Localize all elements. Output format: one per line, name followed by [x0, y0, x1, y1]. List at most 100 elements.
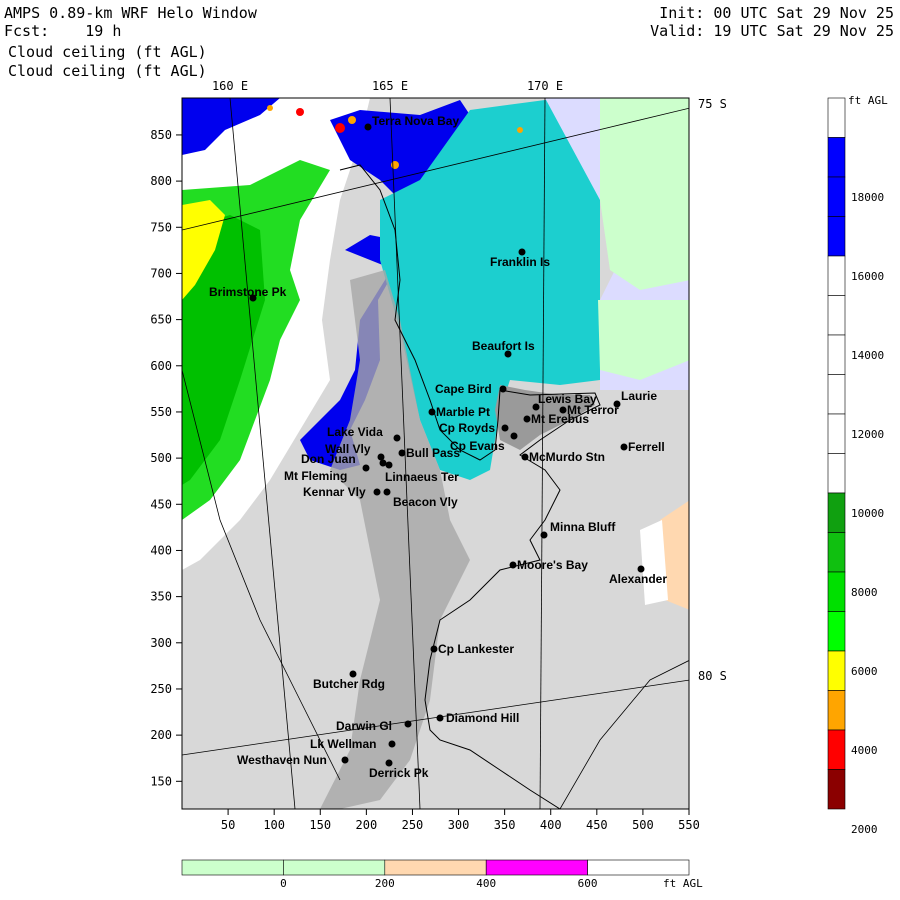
place-label: Cp Lankester	[438, 642, 514, 656]
colorbar-tick-label: 4000	[851, 744, 878, 757]
place-marker: Mt Erebus	[523, 412, 589, 426]
map-field: Terra Nova Bay Franklin Is Brimstone Pk Bea…	[182, 98, 689, 809]
place-marker: Bull Pass	[398, 446, 460, 460]
place-dot	[523, 415, 531, 423]
colorbar-bin	[827, 769, 846, 810]
x-tick-label: 250	[402, 818, 424, 832]
colorbar-tick-label: 16000	[851, 270, 884, 283]
x-tick-label: 500	[632, 818, 654, 832]
colorbar-tick-label: 14000	[851, 349, 884, 362]
place-label: Moore's Bay	[517, 558, 588, 572]
colorbar-tick-label: 10000	[851, 507, 884, 520]
colorbar-bin	[827, 295, 846, 336]
place-dot	[364, 123, 372, 131]
colorbar-tick-label: 12000	[851, 428, 884, 441]
place-label: Brimstone Pk	[209, 285, 287, 299]
colorbar-unit: ft AGL	[848, 94, 888, 107]
place-dot	[393, 434, 401, 442]
colorbar-bin	[827, 492, 846, 533]
place-dot	[341, 756, 349, 764]
colorbar-bin	[827, 97, 846, 138]
low-ceiling-spot	[267, 105, 273, 111]
colorbar-tick-label: 6000	[851, 665, 878, 678]
bottom-colorbar-bin	[384, 859, 487, 876]
y-tick-label: 300	[150, 636, 172, 650]
place-label: Ferrell	[628, 440, 665, 454]
y-tick-label: 750	[150, 220, 172, 234]
place-marker: Marble Pt	[428, 405, 490, 419]
low-ceiling-spot	[335, 123, 345, 133]
place-label: Derrick Pk	[369, 766, 429, 780]
place-marker: McMurdo Stn	[521, 450, 605, 464]
y-tick-label: 450	[150, 497, 172, 511]
map-canvas: Terra Nova Bay Franklin Is Brimstone Pk Bea…	[150, 79, 888, 890]
y-tick-label: 550	[150, 405, 172, 419]
place-dot	[404, 720, 412, 728]
place-label: Cp Royds	[439, 421, 495, 435]
place-label: Franklin Is	[490, 255, 550, 269]
place-dot	[540, 531, 548, 539]
colorbar-bin	[827, 255, 846, 296]
place-label: Cape Bird	[435, 382, 492, 396]
place-label: Mt Erebus	[531, 412, 589, 426]
place-label: Darwin Gl	[336, 719, 392, 733]
place-dot	[383, 488, 391, 496]
place-dot	[499, 385, 507, 393]
longitude-label: 165 E	[372, 79, 408, 93]
place-label: McMurdo Stn	[529, 450, 605, 464]
bottom-colorbar-bin	[283, 859, 386, 876]
place-marker: Ferrell	[620, 440, 665, 454]
colorbar-bin	[827, 532, 846, 573]
place-dot	[379, 459, 387, 467]
place-label: Don Juan	[301, 452, 356, 466]
x-tick-label: 150	[309, 818, 331, 832]
place-dot	[509, 561, 517, 569]
bottom-colorbar-bin	[587, 859, 690, 876]
place-dot	[620, 443, 628, 451]
colorbar-bin	[827, 690, 846, 731]
y-tick-label: 800	[150, 174, 172, 188]
place-marker: Diamond Hill	[436, 711, 519, 725]
colorbar-bin	[827, 137, 846, 178]
place-dot	[430, 645, 438, 653]
x-tick-label: 100	[263, 818, 285, 832]
colorbar-bin	[827, 334, 846, 375]
colorbar-bin	[827, 729, 846, 770]
y-axis-ticks: 850 800 750 700 650 600 550 500 450 400 350 300 250 2…	[150, 128, 182, 788]
y-tick-label: 700	[150, 266, 172, 280]
low-ceiling-spot	[391, 161, 399, 169]
low-ceiling-spot	[517, 127, 523, 133]
y-tick-label: 650	[150, 313, 172, 327]
colorbar-bin	[827, 650, 846, 691]
y-tick-label: 400	[150, 543, 172, 557]
place-label: Beaufort Is	[472, 339, 535, 353]
bottom-colorbar-tick-label: 0	[280, 877, 287, 890]
bottom-colorbar-tick-label: 600	[578, 877, 598, 890]
place-dot	[521, 453, 529, 461]
longitude-label: 170 E	[527, 79, 563, 93]
place-marker: Moore's Bay	[509, 558, 588, 572]
lightgreen-region-east	[600, 98, 689, 290]
place-label: Marble Pt	[436, 405, 490, 419]
place-label: Diamond Hill	[446, 711, 519, 725]
place-label: Terra Nova Bay	[372, 114, 459, 128]
forecast-map-screen: AMPS 0.89-km WRF Helo Window Fcst: 19 h …	[0, 0, 900, 900]
place-dot	[428, 408, 436, 416]
colorbar-bin	[827, 216, 846, 257]
x-tick-label: 50	[221, 818, 235, 832]
y-tick-label: 250	[150, 682, 172, 696]
x-tick-label: 550	[678, 818, 700, 832]
place-dot	[362, 464, 370, 472]
place-dot	[398, 449, 406, 457]
y-tick-label: 350	[150, 590, 172, 604]
y-tick-label: 150	[150, 774, 172, 788]
x-axis-ticks: 50 100 150 200 250 300 350 400 450 500 550	[221, 809, 700, 832]
latitude-label: 80 S	[698, 669, 727, 683]
place-label: Beacon Vly	[393, 495, 458, 509]
longitude-labels: 160 E 165 E 170 E	[212, 79, 563, 93]
colorbar-tick-label: 8000	[851, 586, 878, 599]
bottom-colorbar-bin	[181, 859, 284, 876]
place-dot	[377, 453, 385, 461]
bottom-colorbar-tick-label: 400	[476, 877, 496, 890]
place-label: Lk Wellman	[310, 737, 376, 751]
